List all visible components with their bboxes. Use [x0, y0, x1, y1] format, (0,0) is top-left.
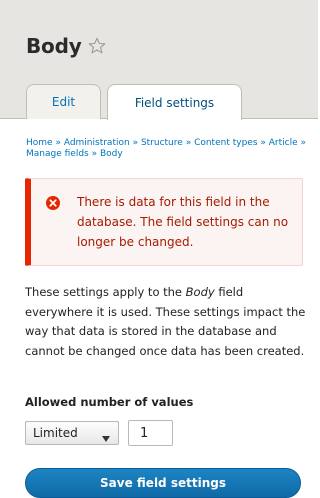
- breadcrumb-manage-fields[interactable]: Manage fields: [26, 149, 89, 159]
- error-message: There is data for this field in the data…: [25, 178, 303, 266]
- breadcrumb-separator: »: [300, 138, 307, 148]
- breadcrumb-home[interactable]: Home: [26, 138, 53, 148]
- breadcrumb-administration[interactable]: Administration: [64, 138, 130, 148]
- breadcrumb-separator: »: [91, 149, 100, 159]
- save-field-settings-button[interactable]: Save field settings: [25, 468, 301, 498]
- breadcrumb-structure[interactable]: Structure: [141, 138, 183, 148]
- local-tasks-tabs: Edit Field settings: [26, 84, 242, 120]
- breadcrumb-separator: »: [260, 138, 269, 148]
- tab-field-settings[interactable]: Field settings: [107, 84, 242, 120]
- cardinality-select-value: Limited: [33, 426, 78, 440]
- field-description: These settings apply to the Body field e…: [25, 283, 309, 361]
- error-circle-icon: [46, 195, 60, 210]
- tab-edit[interactable]: Edit: [26, 84, 101, 119]
- cardinality-number-input[interactable]: 1: [128, 420, 173, 446]
- page-title: Body: [26, 34, 82, 58]
- allowed-values-label: Allowed number of values: [25, 395, 194, 409]
- breadcrumb-article[interactable]: Article: [269, 138, 298, 148]
- cardinality-select[interactable]: Limited: [25, 421, 119, 445]
- breadcrumb: Home » Administration » Structure » Cont…: [26, 138, 308, 160]
- star-icon[interactable]: [88, 37, 106, 55]
- page-header: Body Edit Field settings: [0, 0, 318, 120]
- breadcrumb-body[interactable]: Body: [100, 149, 123, 159]
- breadcrumb-content-types[interactable]: Content types: [194, 138, 257, 148]
- breadcrumb-separator: »: [55, 138, 64, 148]
- breadcrumb-separator: »: [132, 138, 141, 148]
- description-field-name: Body: [185, 285, 215, 299]
- error-message-text: There is data for this field in the data…: [77, 195, 289, 249]
- title-row: Body: [26, 34, 106, 58]
- breadcrumb-separator: »: [185, 138, 195, 148]
- chevron-down-icon: [102, 431, 110, 442]
- description-before: These settings apply to the: [25, 285, 186, 299]
